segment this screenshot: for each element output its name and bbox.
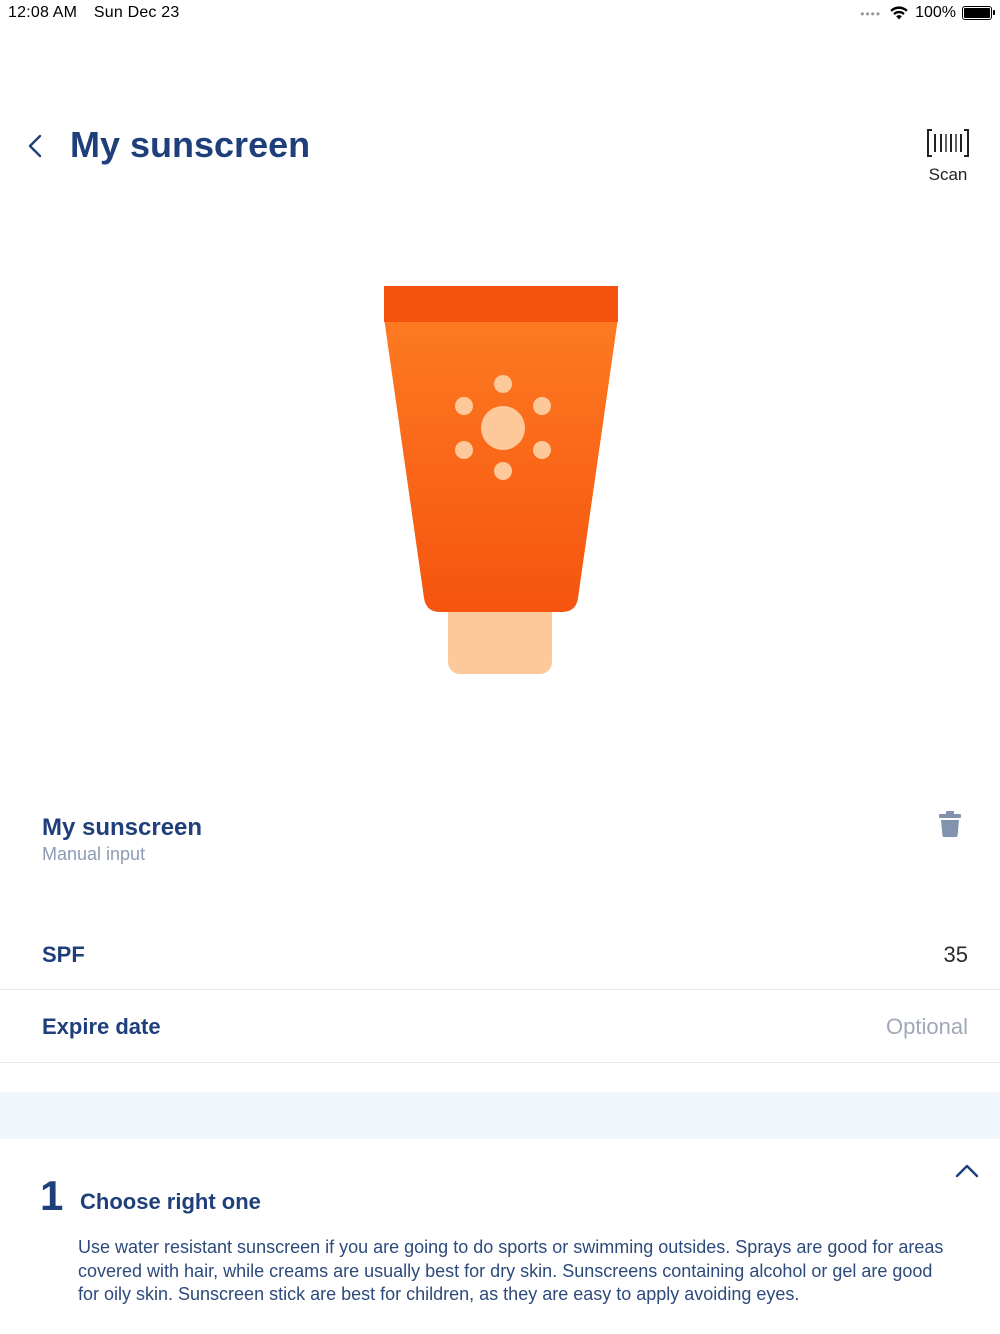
chevron-up-icon — [955, 1164, 979, 1178]
spf-value[interactable]: 35 — [944, 942, 968, 968]
scan-label: Scan — [928, 165, 968, 184]
delete-button[interactable] — [938, 810, 962, 838]
back-button[interactable] — [20, 128, 50, 164]
tip-body: Use water resistant sunscreen if you are… — [78, 1237, 944, 1304]
barcode-icon — [927, 129, 969, 157]
signal-icon: •••• — [860, 7, 882, 21]
section-divider — [0, 1092, 1000, 1139]
tip-number: 1 — [40, 1172, 64, 1219]
expire-date-label: Expire date — [42, 1014, 161, 1039]
product-name: My sunscreen — [42, 814, 203, 841]
status-right: •••• 100% — [860, 4, 995, 22]
status-time: 12:08 AM — [8, 4, 78, 21]
battery-icon — [962, 6, 995, 20]
spf-row[interactable]: SPF 35 — [0, 918, 1000, 990]
product-source: Manual input — [42, 844, 146, 864]
spf-label: SPF — [42, 942, 85, 967]
status-bar: 12:08 AM Sun Dec 23 •••• 100% — [0, 0, 1000, 28]
tube-cap — [384, 286, 618, 322]
trash-icon — [939, 811, 961, 837]
scan-button[interactable]: Scan — [924, 128, 972, 185]
battery-percent: 100% — [915, 4, 956, 21]
status-left: 12:08 AM Sun Dec 23 — [8, 4, 179, 22]
collapse-tip-button[interactable] — [954, 1160, 980, 1182]
status-date: Sun Dec 23 — [93, 4, 180, 21]
wifi-icon — [890, 6, 908, 20]
tip-title: Choose right one — [80, 1189, 261, 1214]
sunscreen-tube-illustration — [384, 286, 618, 674]
expire-date-field[interactable]: Optional — [886, 1014, 968, 1040]
page-title: My sunscreen — [70, 124, 311, 165]
chevron-left-icon — [28, 134, 42, 158]
expire-date-row[interactable]: Expire date Optional — [0, 990, 1000, 1063]
